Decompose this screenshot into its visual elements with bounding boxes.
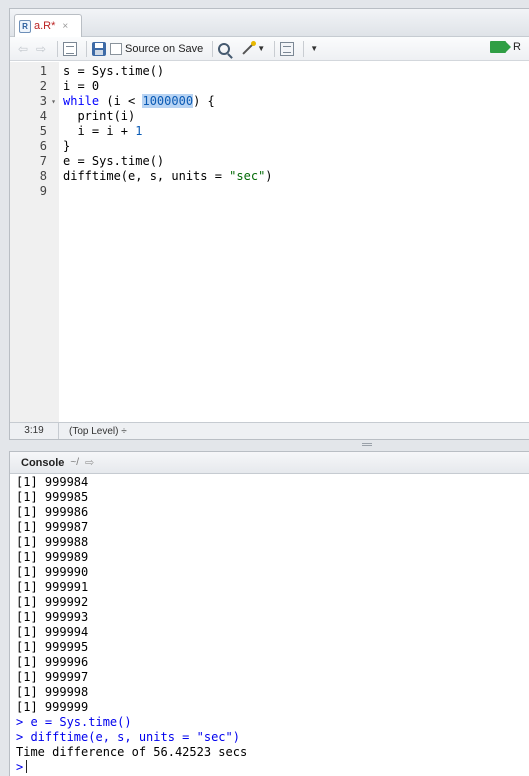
show-in-window-button[interactable] bbox=[63, 40, 77, 58]
scope-selector[interactable]: (Top Level) ÷ bbox=[59, 426, 127, 437]
source-on-save-toggle[interactable]: Source on Save bbox=[110, 40, 203, 58]
line-number: 3 ▾ bbox=[10, 94, 59, 109]
toolbar-divider bbox=[86, 40, 87, 57]
line-number: 1 bbox=[39, 64, 47, 78]
chevron-down-icon: ▼ bbox=[257, 44, 266, 53]
code-token: difftime(e, s, units = bbox=[63, 169, 230, 183]
prompt-symbol: > bbox=[16, 760, 24, 774]
editor-tabbar: R a.R* × bbox=[10, 9, 529, 37]
code-token: i = i + bbox=[63, 124, 136, 138]
line-number-text: 3 bbox=[39, 94, 47, 108]
show-in-window-icon bbox=[63, 41, 77, 56]
left-edge bbox=[0, 0, 9, 776]
console-pane: Console ~/ ⇨ [1] 999984 [1] 999985 [1] 9… bbox=[9, 451, 529, 776]
code-token: (i < bbox=[99, 94, 143, 108]
console-line: [1] 999988 bbox=[16, 535, 89, 549]
string-token: "sec" bbox=[229, 169, 266, 183]
console-line: [1] 999987 bbox=[16, 520, 89, 534]
fold-arrow-icon[interactable]: ▾ bbox=[51, 94, 56, 109]
console-line: [1] 999985 bbox=[16, 490, 89, 504]
tab-a-r[interactable]: R a.R* × bbox=[14, 14, 82, 37]
toolbar-divider bbox=[303, 40, 305, 57]
more-options-dropdown[interactable]: ▼ bbox=[309, 40, 318, 58]
code-line[interactable]: while (i < 1000000) { bbox=[63, 94, 529, 109]
source-on-save-label: Source on Save bbox=[125, 42, 204, 55]
code-line[interactable]: difftime(e, s, units = "sec") bbox=[63, 169, 529, 184]
forward-arrow-icon[interactable]: ⇨ bbox=[34, 40, 48, 58]
console-line: [1] 999984 bbox=[16, 475, 89, 489]
editor-statusbar: 3:19 (Top Level) ÷ bbox=[10, 422, 529, 439]
go-to-directory-icon[interactable]: ⇨ bbox=[85, 457, 97, 468]
console-line: [1] 999998 bbox=[16, 685, 89, 699]
code-token: ) { bbox=[193, 94, 215, 108]
line-number: 6 bbox=[39, 139, 47, 153]
chevron-down-icon: ▼ bbox=[310, 44, 319, 53]
console-output[interactable]: [1] 999984 [1] 999985 [1] 999986 [1] 999… bbox=[10, 474, 529, 775]
code-text[interactable]: s = Sys.time() i = 0 while (i < 1000000)… bbox=[59, 62, 529, 422]
tab-close-icon[interactable]: × bbox=[62, 21, 68, 32]
code-line[interactable]: i = 0 bbox=[63, 79, 529, 94]
console-line: [1] 999990 bbox=[16, 565, 89, 579]
code-line[interactable]: e = Sys.time() bbox=[63, 154, 529, 169]
console-line: [1] 999986 bbox=[16, 505, 89, 519]
code-line[interactable] bbox=[63, 184, 529, 199]
source-editor-pane: R a.R* × ⇦ ⇨ Source on Save ▼ ▼ R 1 2 3 … bbox=[9, 8, 529, 440]
console-prompt[interactable]: > bbox=[16, 760, 529, 775]
console-line: [1] 999991 bbox=[16, 580, 89, 594]
code-token: ) bbox=[265, 169, 273, 183]
search-icon bbox=[218, 42, 231, 55]
working-directory: ~/ bbox=[70, 457, 80, 468]
magic-wand-icon bbox=[240, 40, 257, 57]
pane-splitter[interactable] bbox=[9, 440, 529, 449]
splitter-grip-icon[interactable] bbox=[362, 443, 372, 446]
text-cursor bbox=[26, 760, 28, 773]
run-arrow-icon bbox=[490, 41, 512, 53]
code-line[interactable]: s = Sys.time() bbox=[63, 64, 529, 79]
code-line[interactable]: print(i) bbox=[63, 109, 529, 124]
console-line: [1] 999999 bbox=[16, 700, 89, 714]
console-header: Console ~/ ⇨ bbox=[10, 452, 529, 474]
code-line[interactable]: i = i + 1 bbox=[63, 124, 529, 139]
notebook-icon bbox=[280, 41, 295, 56]
line-number: 2 bbox=[39, 79, 47, 93]
console-line: [1] 999995 bbox=[16, 640, 89, 654]
line-number: 8 bbox=[39, 169, 47, 183]
line-number: 5 bbox=[39, 124, 47, 138]
code-area[interactable]: 1 2 3 ▾ 4 5 6 7 8 9 s = Sys.time() i = 0 … bbox=[10, 62, 529, 422]
line-number: 9 bbox=[39, 184, 47, 198]
toolbar-divider bbox=[274, 40, 276, 57]
cursor-position: 3:19 bbox=[10, 423, 59, 439]
console-line: [1] 999994 bbox=[16, 625, 89, 639]
source-on-save-checkbox[interactable] bbox=[110, 42, 122, 55]
code-tools-button[interactable]: ▼ bbox=[240, 40, 265, 58]
line-number: 4 bbox=[39, 109, 47, 123]
tab-filename: a.R* bbox=[34, 20, 56, 32]
console-line: [1] 999992 bbox=[16, 595, 89, 609]
run-label: R bbox=[513, 41, 521, 53]
line-number-gutter: 1 2 3 ▾ 4 5 6 7 8 9 bbox=[10, 62, 59, 422]
keyword-token: while bbox=[63, 94, 100, 108]
find-button[interactable] bbox=[218, 40, 231, 58]
console-result: Time difference of 56.42523 secs bbox=[16, 745, 248, 759]
toolbar-divider bbox=[212, 40, 214, 57]
console-line: [1] 999993 bbox=[16, 610, 89, 624]
number-token: 1 bbox=[135, 124, 143, 138]
selected-number-token: 1000000 bbox=[142, 94, 194, 108]
save-icon bbox=[92, 41, 106, 56]
editor-toolbar: ⇦ ⇨ Source on Save ▼ ▼ R bbox=[10, 37, 529, 61]
console-line: [1] 999989 bbox=[16, 550, 89, 564]
console-line: [1] 999996 bbox=[16, 655, 89, 669]
console-command: > e = Sys.time() bbox=[16, 715, 132, 729]
back-arrow-icon[interactable]: ⇦ bbox=[16, 40, 30, 58]
code-line[interactable]: } bbox=[63, 139, 529, 154]
compile-report-button[interactable] bbox=[280, 40, 295, 58]
save-button[interactable] bbox=[92, 40, 106, 58]
line-number: 7 bbox=[39, 154, 47, 168]
console-title[interactable]: Console bbox=[21, 457, 64, 469]
console-command: > difftime(e, s, units = "sec") bbox=[16, 730, 240, 744]
toolbar-divider bbox=[57, 40, 58, 57]
run-button[interactable]: R bbox=[490, 41, 521, 53]
r-file-icon: R bbox=[19, 19, 31, 33]
console-line: [1] 999997 bbox=[16, 670, 89, 684]
